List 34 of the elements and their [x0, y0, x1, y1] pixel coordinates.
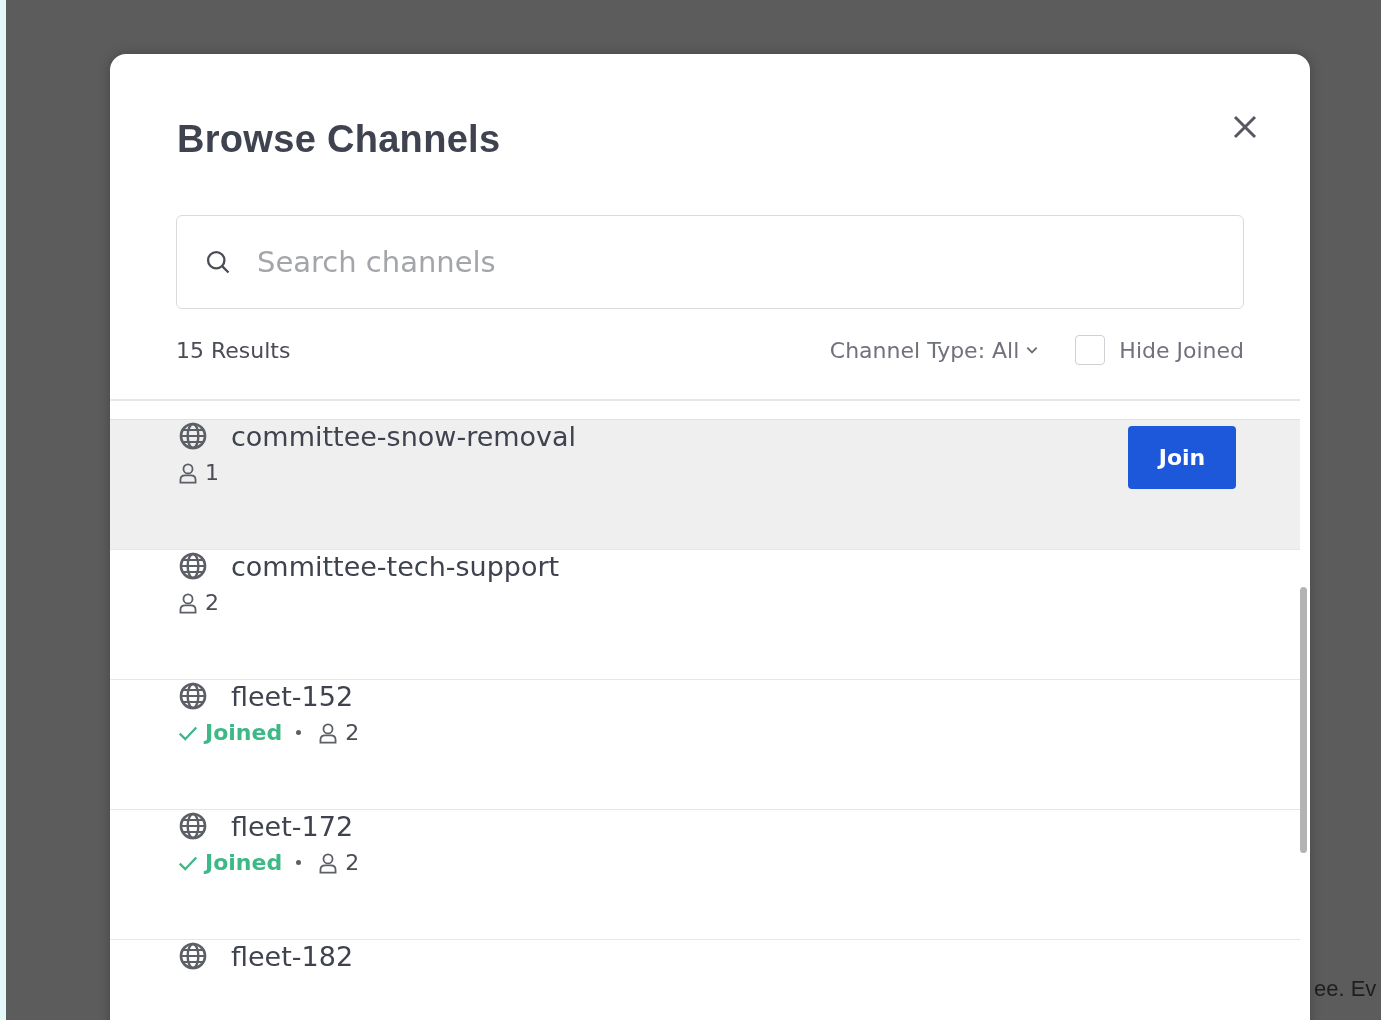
channel-name: fleet-182: [231, 940, 354, 972]
dialog-title: Browse Channels: [177, 118, 501, 161]
channel-row[interactable]: fleet-182: [110, 940, 1300, 1020]
channel-row[interactable]: committee-snow-removal 1 Join: [110, 420, 1300, 550]
globe-icon: [177, 940, 209, 972]
checkbox[interactable]: [1075, 335, 1106, 365]
separator-dot: [296, 860, 302, 865]
globe-icon: [177, 550, 209, 582]
joined-label: Joined: [205, 850, 283, 875]
background-text: ee. Ev: [1314, 976, 1377, 1002]
channel-row[interactable]: fleet-152 Joined 2: [110, 680, 1300, 810]
channel-name: fleet-172: [231, 810, 354, 842]
channel-name: committee-tech-support: [231, 550, 560, 582]
separator-dot: [296, 730, 302, 735]
person-icon: [177, 591, 199, 614]
channel-row[interactable]: committee-tech-support 2: [110, 550, 1300, 680]
join-button[interactable]: Join: [1128, 426, 1236, 489]
globe-icon: [177, 810, 209, 842]
channel-row[interactable]: fleet-172 Joined 2: [110, 810, 1300, 940]
channel-name: fleet-152: [231, 680, 354, 712]
member-count: 2: [345, 850, 360, 875]
globe-icon: [177, 680, 209, 712]
channel-type-dropdown[interactable]: Channel Type: All: [829, 337, 1040, 363]
joined-label: Joined: [205, 720, 283, 745]
scrollbar[interactable]: [1300, 587, 1307, 853]
checkbox-label[interactable]: Hide Joined: [1119, 337, 1244, 363]
globe-icon: [177, 420, 209, 452]
member-count: 2: [345, 720, 360, 745]
results-count: 15 Results: [176, 337, 292, 363]
search-field[interactable]: Search channels: [176, 215, 1244, 309]
person-icon: [177, 461, 199, 484]
channel-name: committee-snow-removal: [231, 420, 577, 452]
member-count: 1: [205, 460, 219, 485]
member-count: 2: [205, 590, 219, 615]
